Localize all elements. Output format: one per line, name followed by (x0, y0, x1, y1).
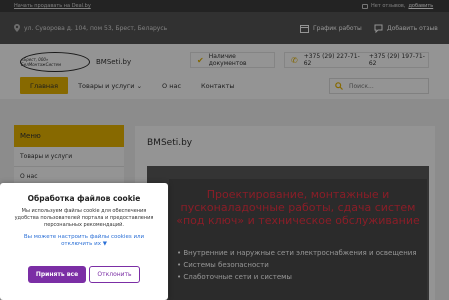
accept-all-button[interactable]: Принять все (28, 266, 86, 283)
cookie-dialog: Обработка файлов cookie Мы используем фа… (0, 183, 168, 300)
reject-button[interactable]: Отклонить (89, 266, 140, 283)
cookie-title: Обработка файлов cookie (27, 194, 141, 203)
cookie-text: Мы используем файлы cookie для обеспечен… (14, 208, 154, 228)
cookie-settings-link[interactable]: Вы можете настроить файлы cookies или от… (12, 234, 156, 248)
